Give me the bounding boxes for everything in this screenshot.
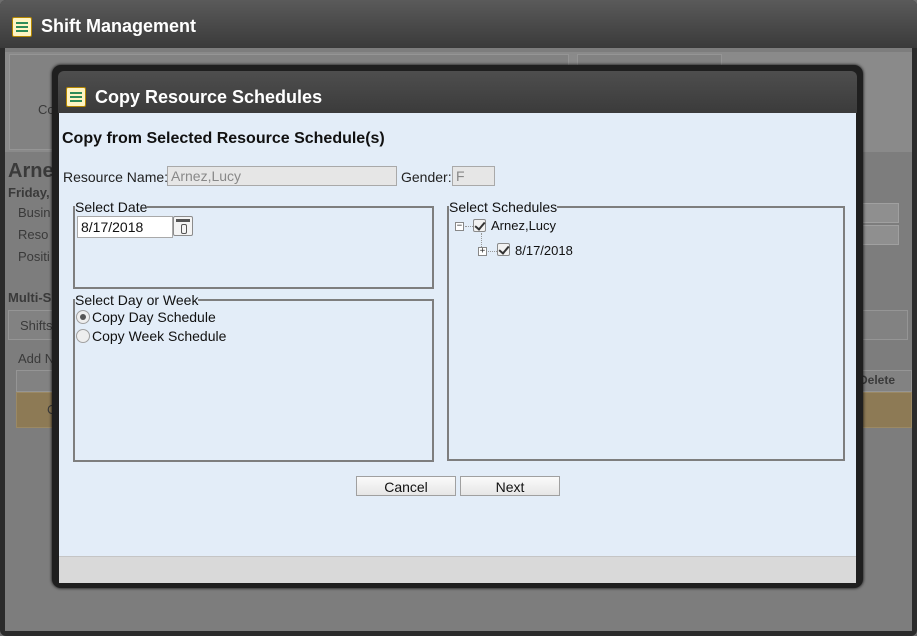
dialog-footer: [59, 556, 856, 583]
resource-name-label: Resource Name:: [63, 169, 169, 185]
background-col-delete: Delete: [859, 373, 896, 387]
cancel-button[interactable]: Cancel: [356, 476, 456, 496]
background-add-button: Add N: [18, 351, 55, 366]
select-date-group: Select Date: [73, 199, 434, 289]
copy-day-radio[interactable]: [76, 310, 90, 324]
date-input[interactable]: [77, 216, 173, 238]
tree-connector: [465, 226, 473, 227]
background-field-label: Reso: [18, 227, 49, 242]
background-field: [859, 225, 899, 245]
background-section-title: Multi-S: [8, 290, 52, 305]
dialog-title: Copy Resource Schedules: [95, 87, 323, 107]
gender-field: [452, 166, 495, 186]
background-tab-shifts: Shifts: [20, 318, 53, 333]
tree-node-resource[interactable]: Arnez,Lucy: [491, 218, 556, 233]
background-field-label: Positi: [18, 249, 50, 264]
background-footer: [5, 604, 912, 631]
background-field-label: Busin: [18, 205, 51, 220]
dialog-title-bar[interactable]: Copy Resource Schedules: [58, 71, 857, 113]
main-title-bar: Shift Management: [0, 0, 917, 48]
resource-name-field: [167, 166, 397, 186]
schedule-tree: − Arnez,Lucy + 8/17/2018: [449, 215, 839, 455]
dialog-heading: Copy from Selected Resource Schedule(s): [62, 130, 385, 147]
select-date-legend: Select Date: [75, 199, 148, 215]
main-title: Shift Management: [41, 16, 197, 36]
schedule-date-checkbox[interactable]: [497, 243, 510, 256]
tree-connector: [488, 251, 497, 252]
copy-week-radio[interactable]: [76, 329, 90, 343]
gender-label: Gender:: [401, 169, 452, 185]
background-field: [859, 203, 899, 223]
background-day: Friday,: [8, 185, 50, 200]
resource-checkbox[interactable]: [473, 219, 486, 232]
background-resource-name: Arne: [8, 160, 54, 182]
tree-connector: [481, 233, 482, 247]
copy-day-label: Copy Day Schedule: [92, 309, 216, 325]
tree-collapse-icon[interactable]: −: [455, 222, 464, 231]
calendar-icon[interactable]: [173, 216, 193, 236]
select-schedules-legend: Select Schedules: [449, 199, 558, 215]
dialog-icon: [66, 87, 86, 107]
dialog-body: Copy from Selected Resource Schedule(s) …: [59, 113, 856, 583]
select-schedules-group: Select Schedules − Arnez,Lucy + 8/17/201…: [447, 199, 845, 461]
select-day-week-group: Select Day or Week Copy Day Schedule Cop…: [73, 292, 434, 462]
tree-expand-icon[interactable]: +: [478, 247, 487, 256]
select-day-week-legend: Select Day or Week: [75, 292, 199, 308]
next-button[interactable]: Next: [460, 476, 560, 496]
copy-schedules-dialog: Copy Resource Schedules Copy from Select…: [52, 65, 863, 588]
app-icon: [12, 17, 32, 37]
tree-node-date[interactable]: 8/17/2018: [515, 243, 573, 258]
copy-week-label: Copy Week Schedule: [92, 328, 227, 344]
